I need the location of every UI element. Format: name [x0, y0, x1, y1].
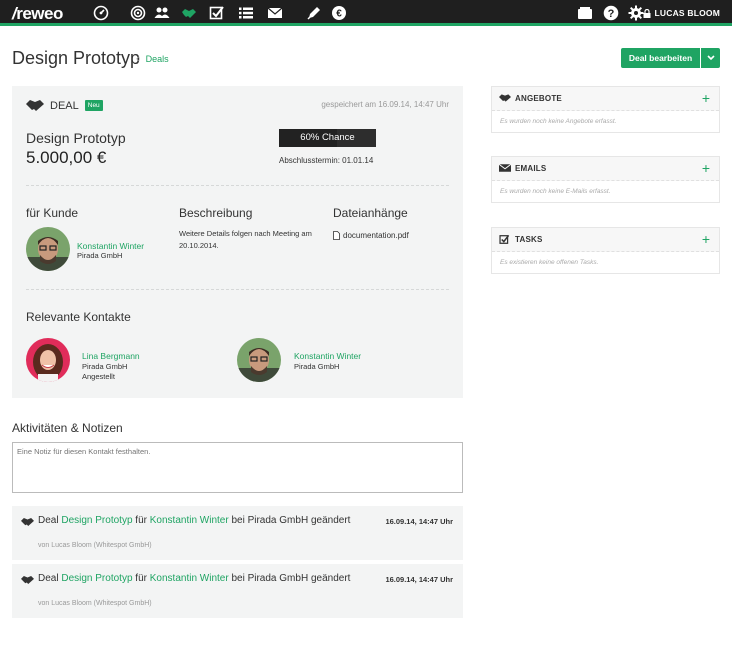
offers-panel: ANGEBOTE + Es wurden noch keine Angebote…: [491, 86, 720, 133]
activity-time: 16.09.14, 14:47 Uhr: [385, 517, 453, 526]
breadcrumb[interactable]: ‹ Deals: [136, 53, 169, 65]
empty-text: Es wurden noch keine E-Mails erfasst.: [500, 188, 611, 195]
list-icon[interactable]: [237, 4, 255, 22]
attachment-link[interactable]: documentation.pdf: [333, 231, 409, 240]
breadcrumb-deals[interactable]: Deals: [146, 54, 169, 64]
note-input[interactable]: [12, 442, 463, 493]
top-navigation-bar: /reweo € ? LUCAS BLOOM: [0, 0, 732, 26]
activity-text: Deal Design Prototyp für Konstantin Wint…: [38, 515, 351, 526]
user-name: LUCAS BLOOM: [654, 8, 720, 18]
contact-link[interactable]: Konstantin Winter: [150, 515, 229, 526]
help-icon[interactable]: ?: [602, 4, 620, 22]
deal-card: DEAL Neu gespeichert am 16.09.14, 14:47 …: [12, 86, 463, 398]
svg-text:€: €: [336, 9, 342, 20]
mail-icon[interactable]: [266, 4, 284, 22]
divider: [26, 185, 449, 186]
avatar[interactable]: [26, 227, 70, 271]
contact-name[interactable]: Lina Bergmann: [82, 351, 140, 361]
customer-company: Pirada GmbH: [77, 251, 123, 260]
panel-title: EMAILS: [515, 164, 547, 173]
activity-time: 16.09.14, 14:47 Uhr: [385, 575, 453, 584]
chevron-left-icon: ‹: [136, 53, 140, 65]
panel-header: EMAILS +: [492, 157, 719, 181]
lock-icon: [643, 8, 651, 18]
add-offer-button[interactable]: +: [702, 90, 710, 106]
contact-link[interactable]: Konstantin Winter: [150, 573, 229, 584]
handshake-icon: [21, 576, 34, 584]
add-email-button[interactable]: +: [702, 160, 710, 176]
euro-icon[interactable]: €: [330, 4, 348, 22]
deal-name: Design Prototyp: [26, 130, 126, 146]
handshake-icon: [26, 100, 44, 111]
deals-icon[interactable]: [180, 4, 198, 22]
emails-panel: EMAILS + Es wurden noch keine E-Mails er…: [491, 156, 720, 203]
chance-label: 60% Chance: [300, 132, 355, 143]
panel-title: TASKS: [515, 235, 543, 244]
activities-heading: Aktivitäten & Notizen: [12, 421, 123, 435]
tasks-panel: TASKS + Es existieren keine offenen Task…: [491, 227, 720, 274]
page-title: Design Prototyp: [12, 48, 141, 68]
empty-text: Es existieren keine offenen Tasks.: [500, 259, 599, 266]
target-icon[interactable]: [129, 4, 147, 22]
contact-company: Pirada GmbH: [82, 362, 128, 371]
app-logo[interactable]: /reweo: [12, 4, 63, 24]
customer-name[interactable]: Konstantin Winter: [77, 241, 144, 251]
attachment-name[interactable]: documentation.pdf: [343, 231, 409, 240]
mail-icon: [499, 163, 511, 172]
avatar[interactable]: [26, 338, 70, 382]
activity-item: Deal Design Prototyp für Konstantin Wint…: [12, 506, 463, 560]
customer-heading: für Kunde: [26, 206, 79, 220]
deal-amount: 5.000,00 €: [26, 148, 107, 167]
dashboard-icon[interactable]: [92, 4, 110, 22]
contacts-icon[interactable]: [153, 4, 171, 22]
file-icon: [333, 231, 340, 240]
folder-icon[interactable]: [576, 4, 594, 22]
chevron-down-icon: [706, 55, 715, 61]
edit-dropdown-button[interactable]: [701, 48, 720, 68]
contact-company: Pirada GmbH: [294, 362, 340, 371]
contact-name[interactable]: Konstantin Winter: [294, 351, 361, 361]
handshake-icon: [499, 94, 511, 102]
tasks-icon[interactable]: [208, 4, 226, 22]
activity-text: Deal Design Prototyp für Konstantin Wint…: [38, 573, 351, 584]
description-text: Weitere Details folgen nach Meeting am 2…: [179, 229, 312, 250]
user-menu[interactable]: LUCAS BLOOM: [643, 8, 720, 18]
edit-deal-button[interactable]: Deal bearbeiten: [621, 48, 700, 68]
panel-header: ANGEBOTE +: [492, 87, 719, 111]
saved-timestamp: gespeichert am 16.09.14, 14:47 Uhr: [321, 100, 449, 109]
panel-header: TASKS +: [492, 228, 719, 252]
deal-label: DEAL: [50, 99, 79, 112]
status-badge: Neu: [84, 100, 103, 111]
contact-role: Angestellt: [82, 372, 115, 381]
handshake-icon: [21, 518, 34, 526]
closing-date: Abschlusstermin: 01.01.14: [279, 156, 374, 165]
pen-icon[interactable]: [305, 4, 323, 22]
empty-text: Es wurden noch keine Angebote erfasst.: [500, 118, 617, 125]
checkbox-icon: [499, 234, 510, 244]
add-task-button[interactable]: +: [702, 231, 710, 247]
deal-link[interactable]: Design Prototyp: [61, 573, 132, 584]
deal-link[interactable]: Design Prototyp: [61, 515, 132, 526]
activity-author: von Lucas Bloom (Whitespot GmbH): [38, 542, 152, 549]
avatar[interactable]: [237, 338, 281, 382]
divider: [26, 289, 449, 290]
relevant-contacts-heading: Relevante Kontakte: [26, 310, 131, 324]
panel-title: ANGEBOTE: [515, 94, 562, 103]
svg-text:?: ?: [608, 8, 615, 20]
description-heading: Beschreibung: [179, 206, 253, 220]
attachments-heading: Dateianhänge: [333, 206, 408, 220]
activity-item: Deal Design Prototyp für Konstantin Wint…: [12, 564, 463, 618]
activity-author: von Lucas Bloom (Whitespot GmbH): [38, 600, 152, 607]
deal-header: DEAL Neu: [26, 99, 103, 112]
chance-bar: 60% Chance: [279, 129, 376, 147]
